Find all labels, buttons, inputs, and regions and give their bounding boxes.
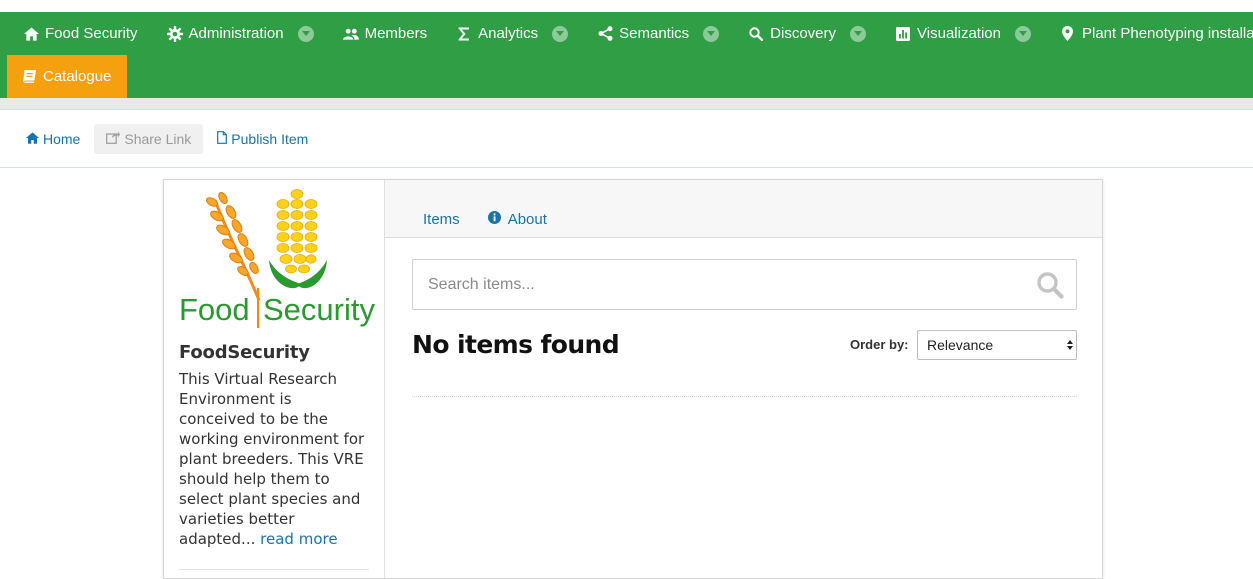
book-icon bbox=[22, 69, 37, 84]
nav-label: Visualization bbox=[917, 25, 1001, 42]
nav-item-food-security[interactable]: Food Security bbox=[8, 12, 152, 55]
search-box bbox=[412, 259, 1077, 310]
tab-about[interactable]: About bbox=[475, 201, 560, 237]
breadcrumb-home-label: Home bbox=[43, 130, 81, 147]
results-divider bbox=[412, 396, 1077, 397]
top-gap bbox=[0, 0, 1253, 12]
tab-about-label: About bbox=[507, 210, 547, 228]
logo-text-food: Food bbox=[179, 292, 250, 327]
nav-row: Food Security Administration Members Ana… bbox=[0, 12, 1253, 55]
chevron-down-icon[interactable] bbox=[297, 25, 314, 42]
nav-label: Plant Phenotyping installations bbox=[1081, 25, 1253, 42]
food-security-logo: Food Security bbox=[179, 189, 375, 328]
read-more-link[interactable]: read more bbox=[260, 530, 337, 548]
search-input[interactable] bbox=[413, 260, 1013, 309]
chevron-down-icon[interactable] bbox=[1014, 25, 1031, 42]
nav-row-2: Catalogue bbox=[0, 55, 1253, 98]
publish-item-button[interactable]: Publish Item bbox=[215, 124, 310, 154]
nav-label: Discovery bbox=[770, 25, 837, 42]
sidebar-divider bbox=[179, 569, 369, 570]
nav-item-administration[interactable]: Administration bbox=[152, 12, 328, 55]
nav-item-semantics[interactable]: Semantics bbox=[582, 12, 733, 55]
results-heading: No items found bbox=[412, 330, 620, 359]
sub-bar bbox=[0, 98, 1253, 110]
users-icon bbox=[342, 26, 359, 42]
nav-item-catalogue[interactable]: Catalogue bbox=[7, 55, 128, 98]
file-icon bbox=[217, 130, 231, 147]
breadcrumb: Home Share Link Publish Item bbox=[0, 110, 1253, 168]
nav-item-discovery[interactable]: Discovery bbox=[733, 12, 880, 55]
logo-text-security: Security bbox=[263, 292, 375, 327]
order-by-value: Relevance bbox=[927, 337, 994, 353]
nav-item-plant-phenotyping[interactable]: Plant Phenotyping installations bbox=[1045, 12, 1253, 55]
home-icon bbox=[23, 26, 39, 42]
content-tabs: Items About bbox=[385, 180, 1102, 238]
nav-item-analytics[interactable]: Analytics bbox=[441, 12, 582, 55]
publish-item-label: Publish Item bbox=[231, 130, 309, 147]
share-link-button[interactable]: Share Link bbox=[94, 123, 204, 154]
tab-items-label: Items bbox=[423, 210, 460, 228]
organization-description-text: This Virtual Research Environment is con… bbox=[179, 370, 365, 548]
info-icon bbox=[487, 210, 508, 228]
search-icon bbox=[748, 26, 764, 42]
order-by-select[interactable]: Relevance bbox=[917, 330, 1077, 360]
organization-sidebar: Food Security FoodSecurity This Virtual … bbox=[164, 180, 385, 578]
nav-item-visualization[interactable]: Visualization bbox=[880, 12, 1045, 55]
nav-label: Food Security bbox=[45, 25, 138, 42]
nav-label: Catalogue bbox=[43, 68, 112, 85]
catalogue-panel: Food Security FoodSecurity This Virtual … bbox=[163, 179, 1103, 579]
chevron-down-icon[interactable] bbox=[552, 25, 569, 42]
sigma-icon bbox=[456, 26, 472, 42]
chevron-down-icon[interactable] bbox=[850, 25, 867, 42]
home-icon bbox=[26, 131, 43, 147]
map-pin-icon bbox=[1060, 26, 1076, 42]
nav-label: Semantics bbox=[619, 25, 690, 42]
organization-title: FoodSecurity bbox=[179, 342, 310, 363]
chart-icon bbox=[895, 26, 911, 42]
organization-description: This Virtual Research Environment is con… bbox=[179, 369, 369, 549]
search-icon[interactable] bbox=[1036, 271, 1064, 304]
order-by-label: Order by: bbox=[850, 337, 909, 352]
chevron-down-icon[interactable] bbox=[703, 25, 720, 42]
nav-item-members[interactable]: Members bbox=[328, 12, 442, 55]
gear-icon bbox=[166, 25, 183, 42]
breadcrumb-home[interactable]: Home bbox=[24, 124, 82, 154]
select-arrows-icon bbox=[1066, 335, 1074, 355]
tab-items[interactable]: Items bbox=[410, 201, 473, 237]
catalogue-main: Items About No items found Order by: Rel… bbox=[385, 180, 1102, 578]
nav-label: Members bbox=[364, 25, 428, 42]
nav-label: Analytics bbox=[478, 25, 539, 42]
main-navbar: Food Security Administration Members Ana… bbox=[0, 12, 1253, 98]
share-icon bbox=[106, 131, 124, 147]
nav-label: Administration bbox=[188, 25, 284, 42]
share-icon bbox=[597, 26, 613, 42]
share-link-label: Share Link bbox=[124, 130, 192, 147]
